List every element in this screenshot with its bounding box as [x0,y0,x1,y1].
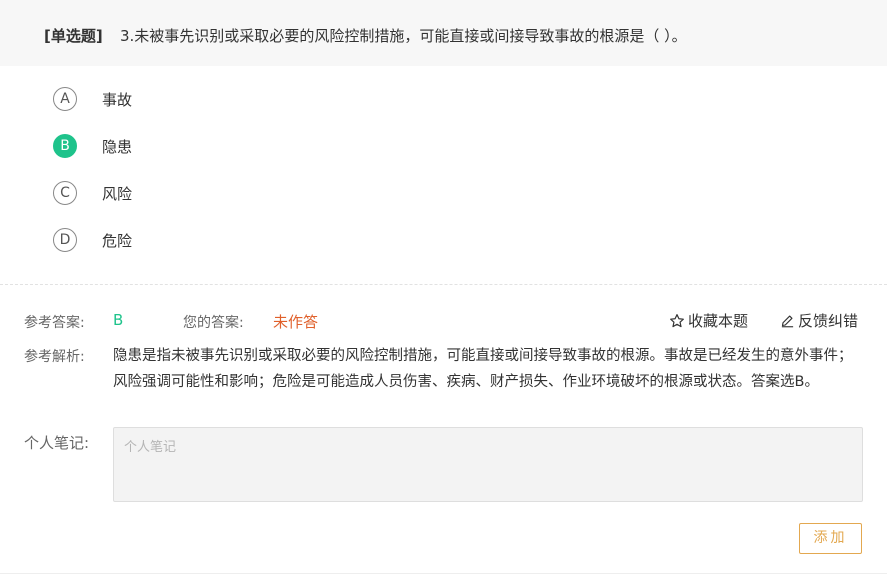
reference-answer-label: 参考答案: [24,315,85,331]
favorite-button[interactable]: 收藏本题 [669,310,748,331]
option-c-letter: C [53,181,77,205]
analysis-text: 隐患是指未被事先识别或采取必要的风险控制措施，可能直接或间接导致事故的根源。事故… [113,348,853,390]
your-answer-value: 未作答 [273,313,319,331]
notes-input[interactable] [113,427,863,502]
notes-label: 个人笔记: [24,434,90,452]
reference-answer-value: B [113,311,124,329]
question-type-label: [单选题] [44,27,103,45]
add-note-button[interactable]: 添加 [799,523,862,554]
feedback-button[interactable]: 反馈纠错 [780,310,858,331]
edit-pencil-icon [781,315,794,328]
analysis-label: 参考解析: [24,349,85,365]
option-d-letter: D [53,228,77,252]
option-a[interactable]: A 事故 [53,87,353,115]
star-icon [670,313,684,327]
feedback-label: 反馈纠错 [798,312,859,330]
option-c[interactable]: C 风险 [53,181,353,209]
option-d-text: 危险 [102,232,133,250]
option-c-text: 风险 [102,185,133,203]
option-d[interactable]: D 危险 [53,228,353,256]
bottom-divider [0,573,887,574]
favorite-label: 收藏本题 [688,312,749,330]
option-a-letter: A [53,87,77,111]
option-b-letter: B [53,134,77,158]
option-a-text: 事故 [102,91,133,109]
question-text: 3.未被事先识别或采取必要的风险控制措施，可能直接或间接导致事故的根源是（ ）。 [120,27,687,45]
question-header: [单选题] 3.未被事先识别或采取必要的风险控制措施，可能直接或间接导致事故的根… [0,0,887,66]
section-divider [0,284,887,285]
your-answer-label: 您的答案: [183,315,244,331]
option-b-text: 隐患 [102,138,133,156]
option-b[interactable]: B 隐患 [53,134,353,162]
